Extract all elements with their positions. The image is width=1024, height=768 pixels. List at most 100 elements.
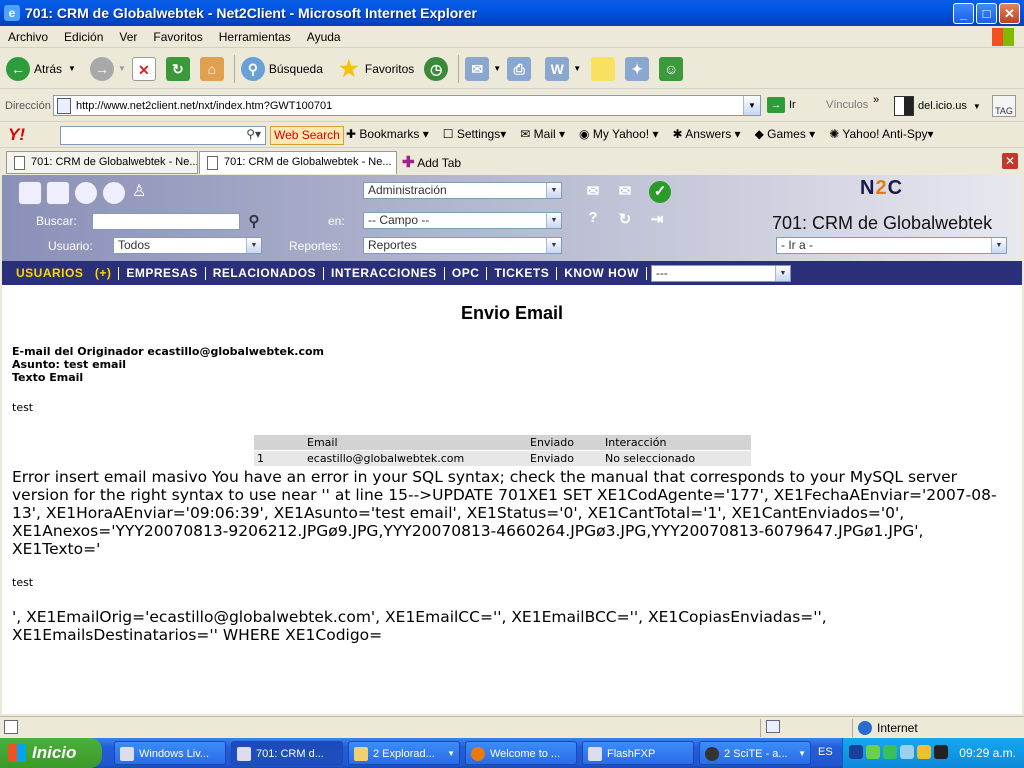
tray-arrow-icon[interactable]: [849, 745, 863, 759]
menu-herramientas[interactable]: Herramientas: [211, 30, 299, 44]
home-icon[interactable]: [18, 181, 42, 205]
crm-search-input[interactable]: [92, 213, 240, 230]
home-button[interactable]: ⌂: [199, 56, 228, 81]
minimize-button[interactable]: _: [953, 2, 974, 24]
yahoo-bookmarks[interactable]: ✚ Bookmarks ▾: [346, 127, 429, 141]
yahoo-my-yahoo[interactable]: ◉ My Yahoo! ▾: [579, 127, 658, 141]
back-button[interactable]: ← Atrás ▼: [6, 56, 76, 81]
yahoo-games[interactable]: ◆ Games ▾: [755, 127, 816, 141]
yahoo-logo[interactable]: Y!: [8, 125, 52, 145]
tab-1[interactable]: 701: CRM de Globalwebtek - Ne...: [6, 151, 198, 174]
tray-network-icon[interactable]: [866, 745, 880, 759]
yahoo-settings[interactable]: ☐ Settings▾: [443, 127, 506, 141]
menu-favoritos[interactable]: Favoritos: [145, 30, 210, 44]
forward-dropdown-icon[interactable]: ▼: [118, 64, 126, 73]
close-tab-icon[interactable]: ✕: [1002, 153, 1018, 169]
mail-open-icon[interactable]: ✉: [616, 183, 634, 201]
add-tab-button[interactable]: ✚ Add Tab: [402, 153, 461, 171]
edit-button[interactable]: W ▼: [545, 56, 581, 81]
edit-dropdown-icon[interactable]: ▼: [573, 64, 581, 73]
links-label[interactable]: Vínculos: [826, 99, 868, 111]
search-label: Búsqueda: [268, 61, 323, 76]
nav-empresas[interactable]: EMPRESAS: [119, 266, 206, 280]
group-dropdown-icon[interactable]: ▼: [447, 742, 455, 764]
globe-icon[interactable]: [102, 181, 126, 205]
logout-icon[interactable]: ⇥: [648, 211, 666, 229]
nav-relacionados[interactable]: RELACIONADOS: [206, 266, 325, 280]
yahoo-anti-spy[interactable]: ✺ Yahoo! Anti-Spy▾: [829, 127, 933, 141]
forward-button[interactable]: → ▼: [89, 56, 126, 81]
tag-button[interactable]: TAG: [992, 95, 1016, 117]
group-dropdown-icon[interactable]: ▼: [798, 742, 806, 764]
delicious-button[interactable]: del.icio.us ▼: [894, 96, 981, 116]
nav-usuarios[interactable]: USUARIOS (+): [9, 266, 120, 280]
internet-zone[interactable]: Internet: [858, 721, 918, 735]
delicious-dropdown-icon[interactable]: ▼: [973, 102, 981, 111]
user-icon[interactable]: ♙: [132, 181, 150, 205]
yahoo-answers[interactable]: ✱ Answers ▾: [672, 127, 740, 141]
note-button[interactable]: [591, 56, 619, 81]
tray-volume-icon[interactable]: [900, 745, 914, 759]
edit-icon[interactable]: [46, 181, 70, 205]
nav-select[interactable]: --- ▼: [650, 264, 791, 282]
menu-ver[interactable]: Ver: [111, 30, 145, 44]
messenger-button[interactable]: ☺: [659, 56, 687, 81]
web-search-button[interactable]: Web Search: [270, 126, 344, 145]
menu-archivo[interactable]: Archivo: [0, 30, 56, 44]
maximize-button[interactable]: □: [976, 2, 997, 24]
nav-know-how[interactable]: KNOW HOW: [557, 266, 647, 280]
task-windows-live[interactable]: Windows Liv...: [114, 741, 226, 765]
search-icon[interactable]: ⚲: [245, 213, 263, 231]
refresh-icon[interactable]: ↻: [616, 211, 634, 229]
yahoo-mail[interactable]: ✉ Mail ▾: [520, 127, 565, 141]
task-firefox[interactable]: Welcome to ...: [465, 741, 577, 765]
task-crm[interactable]: 701: CRM d...: [231, 741, 343, 765]
nav-interacciones[interactable]: INTERACCIONES: [324, 266, 445, 280]
close-button[interactable]: ✕: [999, 2, 1020, 24]
address-dropdown-icon[interactable]: ▼: [743, 96, 760, 115]
admin-select[interactable]: Administración ▼: [363, 182, 562, 199]
col-header-index: [254, 435, 304, 450]
tray-messenger-icon[interactable]: [883, 745, 897, 759]
windows-logo-icon: [992, 28, 1014, 46]
language-indicator[interactable]: ES: [818, 746, 833, 758]
nav-tickets[interactable]: TICKETS: [487, 266, 558, 280]
stop-button[interactable]: ✕: [131, 56, 160, 81]
address-input[interactable]: http://www.net2client.net/nxt/index.htm?…: [53, 95, 761, 116]
mail-dropdown-icon[interactable]: ▼: [493, 64, 501, 73]
goto-select[interactable]: - Ir a - ▼: [776, 237, 1007, 254]
clock[interactable]: 09:29 a.m.: [959, 746, 1016, 760]
menu-ayuda[interactable]: Ayuda: [299, 30, 349, 44]
start-button[interactable]: Inicio: [0, 738, 102, 768]
home-icon: ⌂: [199, 56, 224, 81]
task-explorer[interactable]: 2 Explorad... ▼: [348, 741, 460, 765]
history-button[interactable]: ◷: [424, 56, 452, 81]
refresh-button[interactable]: ↻: [165, 56, 194, 81]
search-magnifier-icon[interactable]: ⚲▾: [246, 127, 261, 141]
campo-select[interactable]: -- Campo -- ▼: [363, 212, 562, 229]
mail-button[interactable]: ✉ ▼: [465, 56, 501, 81]
help-icon[interactable]: ?: [584, 209, 602, 227]
reports-select[interactable]: Reportes ▼: [363, 237, 562, 254]
mail-icon[interactable]: ✉: [584, 183, 602, 201]
back-dropdown-icon[interactable]: ▼: [68, 64, 76, 73]
print-button[interactable]: ⎙: [507, 56, 535, 81]
tray-security-icon[interactable]: [917, 745, 931, 759]
tray-app-icon[interactable]: [934, 745, 948, 759]
research-button[interactable]: ✦: [625, 56, 653, 81]
favorites-button[interactable]: ★ Favoritos: [337, 56, 414, 81]
user-select[interactable]: Todos ▼: [113, 237, 262, 254]
tab-2[interactable]: 701: CRM de Globalwebtek - Ne...: [199, 151, 397, 174]
nav-opc[interactable]: OPC: [445, 266, 488, 280]
window-titlebar[interactable]: e 701: CRM de Globalwebtek - Net2Client …: [0, 0, 1024, 26]
task-scite[interactable]: 2 SciTE - a... ▼: [699, 741, 811, 765]
links-chevron-icon[interactable]: »: [873, 94, 879, 106]
yahoo-search-input[interactable]: ⚲▾: [60, 126, 266, 145]
go-button[interactable]: → Ir: [767, 97, 796, 113]
dashboard-icon[interactable]: [74, 181, 98, 205]
menu-edicion[interactable]: Edición: [56, 30, 111, 44]
check-icon[interactable]: ✓: [649, 181, 671, 203]
printer-icon: ⎙: [507, 56, 532, 81]
search-button[interactable]: ⚲ Búsqueda: [240, 56, 323, 81]
task-flashfxp[interactable]: FlashFXP: [582, 741, 694, 765]
